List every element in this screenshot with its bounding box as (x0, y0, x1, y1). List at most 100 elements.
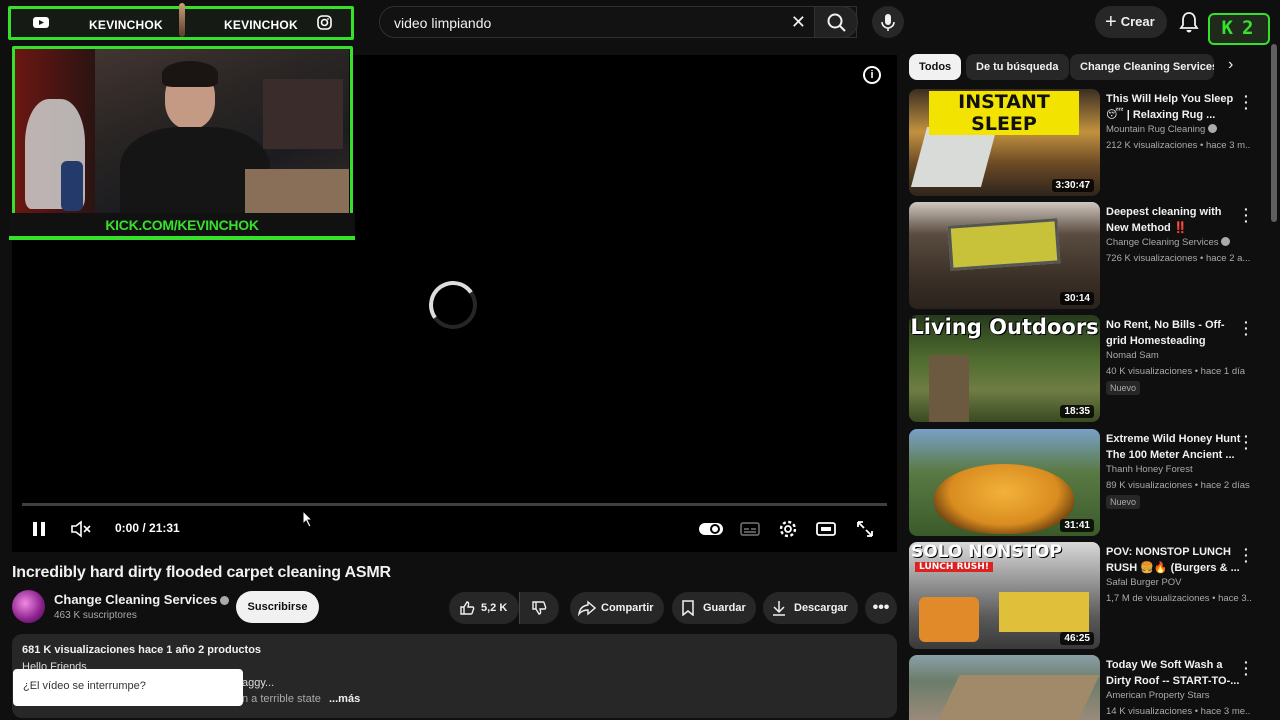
more-vertical-icon[interactable]: · · · (1244, 655, 1249, 681)
more-vertical-icon[interactable]: · · · (1244, 89, 1249, 115)
verified-icon (1208, 124, 1218, 133)
search-button[interactable] (814, 6, 858, 38)
stream-overlay-header: KEVINCHOK KEVINCHOK (8, 3, 354, 40)
chevron-right-icon[interactable]: › (1228, 56, 1233, 74)
notifications-bell-icon[interactable] (1178, 10, 1200, 34)
dislike-button[interactable] (519, 592, 559, 624)
thumbnail-text: Living Outdoors (909, 315, 1100, 339)
recommendation-item[interactable]: SOLO NONSTOP LUNCH RUSH! 46:25 POV: NONS… (909, 542, 1261, 649)
recommendation-item[interactable]: INSTANT SLEEP 3:30:47 This Will Help You… (909, 89, 1261, 196)
playback-issue-prompt[interactable]: ¿El vídeo se interrumpe? (13, 669, 243, 706)
create-label: Crear (1120, 14, 1155, 29)
video-thumbnail[interactable]: 31:41 (909, 429, 1100, 536)
recommendation-item[interactable]: 30:14 Deepest cleaning with New Method ‼… (909, 202, 1261, 309)
thumb-detail (910, 127, 998, 187)
rec-channel: Change Cleaning Services (1106, 237, 1231, 248)
more-vertical-icon[interactable]: · · · (1244, 315, 1249, 341)
rec-title[interactable]: Deepest cleaning with New Method ‼️ sati… (1106, 204, 1241, 236)
search-input[interactable]: video limpiando (394, 15, 491, 31)
more-vertical-icon[interactable]: · · · (1244, 429, 1249, 455)
rec-title[interactable]: Extreme Wild Honey Hunt The 100 Meter An… (1106, 431, 1241, 463)
show-more-link[interactable]: ...más (329, 693, 360, 705)
thumbnail-text: INSTANT SLEEP (929, 91, 1079, 135)
progress-bar[interactable] (22, 503, 887, 506)
subscriber-count: 463 K suscriptores (54, 610, 137, 621)
video-thumbnail[interactable] (909, 655, 1100, 720)
rec-channel-text: Change Cleaning Services (1106, 237, 1219, 248)
more-actions-button[interactable]: ••• (865, 592, 897, 624)
subscribe-button[interactable]: Suscribirse (236, 591, 319, 623)
video-thumbnail[interactable]: SOLO NONSTOP LUNCH RUSH! 46:25 (909, 542, 1100, 649)
autoplay-toggle-icon[interactable] (698, 520, 724, 538)
video-thumbnail[interactable]: INSTANT SLEEP 3:30:47 (909, 89, 1100, 196)
subtitles-icon[interactable] (739, 520, 761, 538)
like-count: 5,2 K (481, 602, 508, 614)
rec-channel: Nomad Sam (1106, 350, 1159, 361)
kick-k2-badge: K2 (1208, 13, 1270, 45)
duration-badge: 31:41 (1060, 519, 1094, 532)
more-horizontal-icon: ••• (872, 599, 890, 616)
rec-title[interactable]: No Rent, No Bills - Off-grid Homesteadin… (1106, 317, 1241, 349)
muted-volume-icon[interactable] (70, 518, 92, 540)
chip-all[interactable]: Todos (909, 54, 962, 80)
channel-name[interactable]: Change Cleaning Services (54, 592, 230, 607)
video-thumbnail[interactable]: Living Outdoors 18:35 (909, 315, 1100, 422)
stream-overlay-footer: KICK.COM/KEVINCHOK (9, 213, 355, 240)
thumb-detail (934, 464, 1074, 534)
rec-channel-text: Mountain Rug Cleaning (1106, 124, 1206, 135)
voice-search-button[interactable] (872, 6, 904, 38)
duration-badge: 3:30:47 (1051, 179, 1094, 192)
search-box[interactable]: video limpiando ✕ (379, 6, 857, 38)
video-thumbnail[interactable]: 30:14 (909, 202, 1100, 309)
rec-channel: Safal Burger POV (1106, 577, 1182, 588)
create-button[interactable]: + Crear (1095, 6, 1167, 38)
rec-channel: Thanh Honey Forest (1106, 464, 1193, 475)
verified-icon (220, 596, 230, 605)
chip-channel[interactable]: Change Cleaning Services (1070, 54, 1214, 80)
recommendation-item[interactable]: Living Outdoors 18:35 No Rent, No Bills … (909, 315, 1261, 422)
chip-from-search[interactable]: De tu búsqueda (966, 54, 1069, 80)
rec-title[interactable]: POV: NONSTOP LUNCH RUSH 🍔🔥 (Burgers & ..… (1106, 544, 1241, 576)
youtube-logo-icon (33, 17, 49, 28)
info-icon[interactable]: i (863, 66, 881, 84)
duration-badge: 18:35 (1060, 405, 1094, 418)
like-button[interactable]: 5,2 K (449, 592, 519, 624)
thumb-detail (999, 592, 1089, 632)
download-icon (773, 601, 785, 616)
channel-avatar[interactable] (12, 590, 45, 623)
bookmark-icon (682, 600, 694, 616)
download-label: Descargar (794, 602, 848, 614)
download-button[interactable]: Descargar (763, 592, 858, 624)
recommendation-item[interactable]: 31:41 Extreme Wild Honey Hunt The 100 Me… (909, 429, 1261, 536)
rec-views: 89 K visualizaciones • hace 2 días (1106, 480, 1250, 491)
save-button[interactable]: Guardar (672, 592, 756, 624)
settings-gear-icon[interactable] (777, 518, 799, 540)
share-icon (578, 600, 596, 616)
rec-views: 212 K visualizaciones • hace 3 m... (1106, 140, 1251, 151)
channel-name-text[interactable]: Change Cleaning Services (54, 592, 217, 607)
thumbnail-text-span: Living Outdoors (910, 315, 1099, 339)
sidebar-scrollbar[interactable] (1271, 44, 1277, 222)
rec-title[interactable]: Today We Soft Wash a Dirty Roof -- START… (1106, 657, 1241, 689)
thumb-detail (919, 597, 979, 642)
rec-views: 14 K visualizaciones • hace 3 me... (1106, 706, 1251, 717)
more-vertical-icon[interactable]: · · · (1244, 542, 1249, 568)
description-line: n a terrible state (242, 693, 321, 705)
new-badge: Nuevo (1106, 381, 1141, 395)
overlay-kick-link: KICK.COM/KEVINCHOK (105, 217, 259, 233)
thumbs-down-icon (532, 601, 547, 615)
clear-search-icon[interactable]: ✕ (791, 12, 806, 33)
instagram-logo-icon (317, 15, 332, 30)
webcam-frame (12, 46, 353, 216)
share-button[interactable]: Compartir (570, 592, 664, 624)
pause-icon[interactable] (30, 518, 48, 540)
recommendation-item[interactable]: Today We Soft Wash a Dirty Roof -- START… (909, 655, 1261, 720)
fullscreen-icon[interactable] (854, 518, 876, 540)
rec-title[interactable]: This Will Help You Sleep 😴 | Relaxing Ru… (1106, 91, 1241, 123)
share-label: Compartir (601, 602, 654, 614)
theater-mode-icon[interactable] (815, 518, 837, 540)
thumbnail-text: SOLO NONSTOP (909, 542, 1100, 562)
more-vertical-icon[interactable]: · · · (1244, 202, 1249, 228)
description-meta: 681 K visualizaciones hace 1 año 2 produ… (22, 644, 262, 656)
overlay-name-right: KEVINCHOK (224, 18, 298, 32)
